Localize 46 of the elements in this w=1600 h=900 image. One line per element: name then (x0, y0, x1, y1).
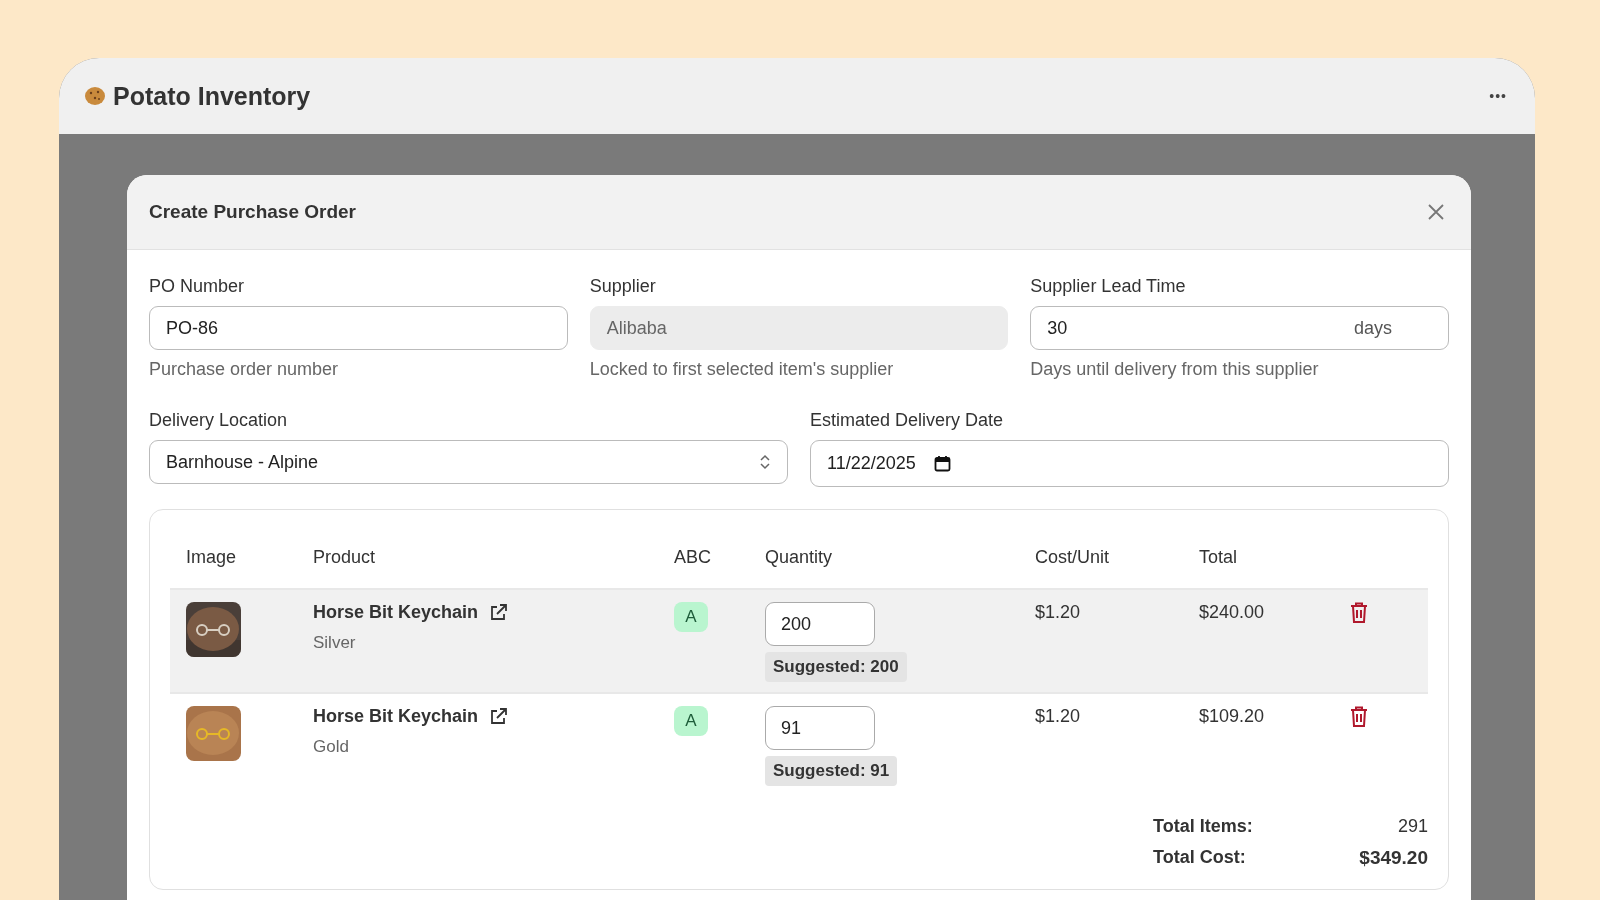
summary-value: 291 (1397, 816, 1428, 837)
product-name: Horse Bit Keychain (313, 706, 479, 727)
product-name: Horse Bit Keychain (313, 602, 479, 623)
abc-tag: A (674, 706, 708, 736)
external-link-icon[interactable] (488, 602, 509, 623)
suggested-tag: Suggested: 200 (765, 652, 907, 682)
quantity-input[interactable]: 200 (765, 602, 875, 646)
external-link-icon[interactable] (488, 706, 509, 727)
suggested-tag: Suggested: 91 (765, 756, 898, 786)
summary-value: $349.20 (1359, 847, 1428, 869)
chevron-up-down-icon (759, 453, 771, 471)
field-label: Estimated Delivery Date (810, 410, 1005, 431)
date-field[interactable]: 11/22/2025 (810, 440, 1449, 487)
quantity-input[interactable]: 91 (765, 706, 875, 750)
column-header: Total (1199, 546, 1239, 569)
variant-text: Gold (313, 737, 350, 757)
column-header: ABC (674, 546, 712, 569)
table-cell-text: $1.20 (1035, 706, 1082, 728)
abc-tag: A (674, 602, 708, 632)
app-title: Potato Inventory (113, 81, 312, 111)
help-text: Days until delivery from this supplier (1030, 359, 1320, 380)
field-label: Supplier (589, 276, 657, 297)
table-row[interactable]: Horse Bit Keychain Silver A 200 Suggested: 200 $1.20 $240.00 (170, 588, 1428, 692)
summary-label: Total Items: (1153, 816, 1253, 837)
variant-text: Silver (313, 633, 357, 653)
input-field[interactable]: PO-86 (149, 306, 568, 350)
potato-icon (83, 84, 107, 108)
table-row[interactable]: Horse Bit Keychain Gold A 91 Suggested: 91 $1.20 $109.20 (170, 692, 1428, 796)
column-header: Quantity (765, 546, 834, 569)
input-field[interactable]: 30 days (1030, 306, 1449, 350)
column-header: Image (186, 546, 238, 569)
column-header: Cost/Unit (1035, 546, 1111, 569)
table-cell-text: $1.20 (1035, 602, 1082, 624)
calendar-icon[interactable] (933, 455, 951, 472)
table-cell-text: $240.00 (1199, 602, 1266, 624)
field-label: Supplier Lead Time (1030, 276, 1187, 297)
table-cell-text: $109.20 (1199, 706, 1266, 728)
help-text: Purchase order number (149, 359, 340, 380)
summary-label: Total Cost: (1153, 847, 1246, 869)
field-label: PO Number (149, 276, 246, 297)
select-field[interactable]: Barnhouse - Alpine (149, 440, 788, 484)
more-menu-button[interactable]: ••• (1485, 84, 1511, 108)
dialog-title: Create Purchase Order (149, 201, 357, 223)
help-text: Locked to first selected item's supplier (589, 359, 895, 380)
column-header: Product (313, 546, 377, 569)
field-label: Delivery Location (149, 410, 289, 431)
